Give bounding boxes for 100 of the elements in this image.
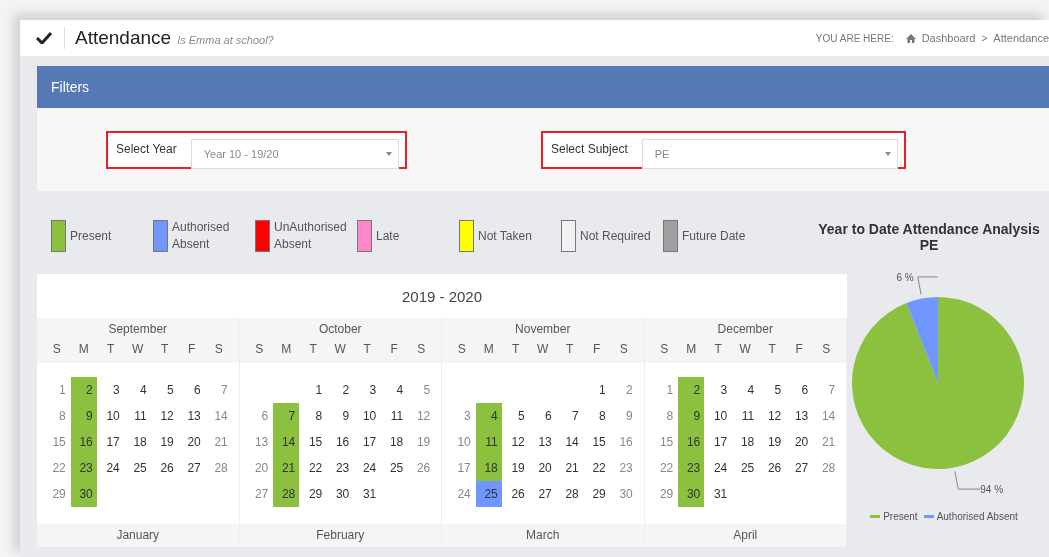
day-cell[interactable]: 11 [732, 403, 759, 429]
day-cell[interactable]: 9 [678, 403, 705, 429]
day-cell[interactable]: 7 [273, 403, 300, 429]
day-cell[interactable]: 2 [70, 377, 97, 403]
day-cell[interactable]: 29 [300, 481, 327, 507]
day-cell[interactable]: 18 [381, 429, 408, 455]
day-cell[interactable]: 23 [70, 455, 97, 481]
day-cell[interactable]: 13 [529, 429, 556, 455]
day-cell[interactable]: 29 [651, 481, 678, 507]
day-cell[interactable]: 23 [327, 455, 354, 481]
day-cell[interactable]: 31 [354, 481, 381, 507]
day-cell[interactable]: 27 [529, 481, 556, 507]
day-cell[interactable]: 3 [97, 377, 124, 403]
day-cell[interactable]: 14 [205, 403, 232, 429]
day-cell[interactable]: 7 [556, 403, 583, 429]
day-cell[interactable]: 14 [813, 403, 840, 429]
day-cell[interactable]: 5 [502, 403, 529, 429]
day-cell[interactable]: 22 [651, 455, 678, 481]
day-cell[interactable]: 11 [124, 403, 151, 429]
day-cell[interactable]: 4 [732, 377, 759, 403]
day-cell[interactable]: 12 [408, 403, 435, 429]
day-cell[interactable]: 29 [43, 481, 70, 507]
chart-legend-label[interactable]: Authorised Absent [936, 511, 1018, 522]
day-cell[interactable]: 15 [300, 429, 327, 455]
day-cell[interactable]: 17 [354, 429, 381, 455]
day-cell[interactable]: 30 [610, 481, 637, 507]
day-cell[interactable]: 17 [97, 429, 124, 455]
breadcrumb-link[interactable]: Attendance [993, 32, 1049, 44]
day-cell[interactable]: 8 [300, 403, 327, 429]
day-cell[interactable]: 12 [502, 429, 529, 455]
day-cell[interactable]: 15 [43, 429, 70, 455]
day-cell[interactable]: 25 [381, 455, 408, 481]
select-field[interactable]: Year 10 - 19/20 [190, 138, 399, 169]
day-cell[interactable]: 24 [705, 455, 732, 481]
day-cell[interactable]: 16 [327, 429, 354, 455]
day-cell[interactable]: 8 [43, 403, 70, 429]
day-cell[interactable]: 19 [759, 429, 786, 455]
day-cell[interactable]: 7 [813, 377, 840, 403]
day-cell[interactable]: 17 [448, 455, 475, 481]
day-cell[interactable]: 26 [408, 455, 435, 481]
day-cell[interactable]: 23 [678, 455, 705, 481]
day-cell[interactable]: 3 [448, 403, 475, 429]
day-cell[interactable]: 2 [327, 377, 354, 403]
day-cell[interactable]: 13 [786, 403, 813, 429]
day-cell[interactable]: 4 [124, 377, 151, 403]
day-cell[interactable]: 22 [43, 455, 70, 481]
day-cell[interactable]: 25 [732, 455, 759, 481]
day-cell[interactable]: 15 [651, 429, 678, 455]
day-cell[interactable]: 10 [354, 403, 381, 429]
day-cell[interactable]: 7 [205, 377, 232, 403]
day-cell[interactable]: 20 [246, 455, 273, 481]
day-cell[interactable]: 22 [300, 455, 327, 481]
day-cell[interactable]: 12 [151, 403, 178, 429]
day-cell[interactable]: 13 [246, 429, 273, 455]
day-cell[interactable]: 19 [408, 429, 435, 455]
day-cell[interactable]: 9 [610, 403, 637, 429]
day-cell[interactable]: 15 [583, 429, 610, 455]
day-cell[interactable]: 21 [205, 429, 232, 455]
day-cell[interactable]: 6 [529, 403, 556, 429]
day-cell[interactable]: 8 [651, 403, 678, 429]
day-cell[interactable]: 31 [705, 481, 732, 507]
day-cell[interactable]: 5 [408, 377, 435, 403]
day-cell[interactable]: 10 [97, 403, 124, 429]
day-cell[interactable]: 18 [124, 429, 151, 455]
day-cell[interactable]: 14 [273, 429, 300, 455]
day-cell[interactable]: 16 [678, 429, 705, 455]
day-cell[interactable]: 4 [381, 377, 408, 403]
day-cell[interactable]: 6 [246, 403, 273, 429]
day-cell[interactable]: 12 [759, 403, 786, 429]
day-cell[interactable]: 2 [678, 377, 705, 403]
chart-legend-label[interactable]: Present [883, 511, 918, 522]
day-cell[interactable]: 16 [70, 429, 97, 455]
day-cell[interactable]: 27 [786, 455, 813, 481]
day-cell[interactable]: 24 [354, 455, 381, 481]
day-cell[interactable]: 28 [205, 455, 232, 481]
day-cell[interactable]: 24 [448, 481, 475, 507]
day-cell[interactable]: 3 [354, 377, 381, 403]
day-cell[interactable]: 22 [583, 455, 610, 481]
day-cell[interactable]: 26 [759, 455, 786, 481]
day-cell[interactable]: 25 [124, 455, 151, 481]
select-field[interactable]: PE [641, 138, 898, 169]
day-cell[interactable]: 25 [475, 481, 502, 507]
day-cell[interactable]: 30 [678, 481, 705, 507]
day-cell[interactable]: 28 [273, 481, 300, 507]
day-cell[interactable]: 9 [70, 403, 97, 429]
day-cell[interactable]: 18 [732, 429, 759, 455]
day-cell[interactable]: 21 [273, 455, 300, 481]
day-cell[interactable]: 11 [475, 429, 502, 455]
day-cell[interactable]: 13 [178, 403, 205, 429]
day-cell[interactable]: 2 [610, 377, 637, 403]
day-cell[interactable]: 16 [610, 429, 637, 455]
day-cell[interactable]: 18 [475, 455, 502, 481]
day-cell[interactable]: 17 [705, 429, 732, 455]
day-cell[interactable]: 19 [151, 429, 178, 455]
day-cell[interactable]: 11 [381, 403, 408, 429]
day-cell[interactable]: 6 [178, 377, 205, 403]
day-cell[interactable]: 8 [583, 403, 610, 429]
day-cell[interactable]: 23 [610, 455, 637, 481]
breadcrumb-link[interactable]: Dashboard [921, 32, 976, 44]
day-cell[interactable]: 21 [556, 455, 583, 481]
